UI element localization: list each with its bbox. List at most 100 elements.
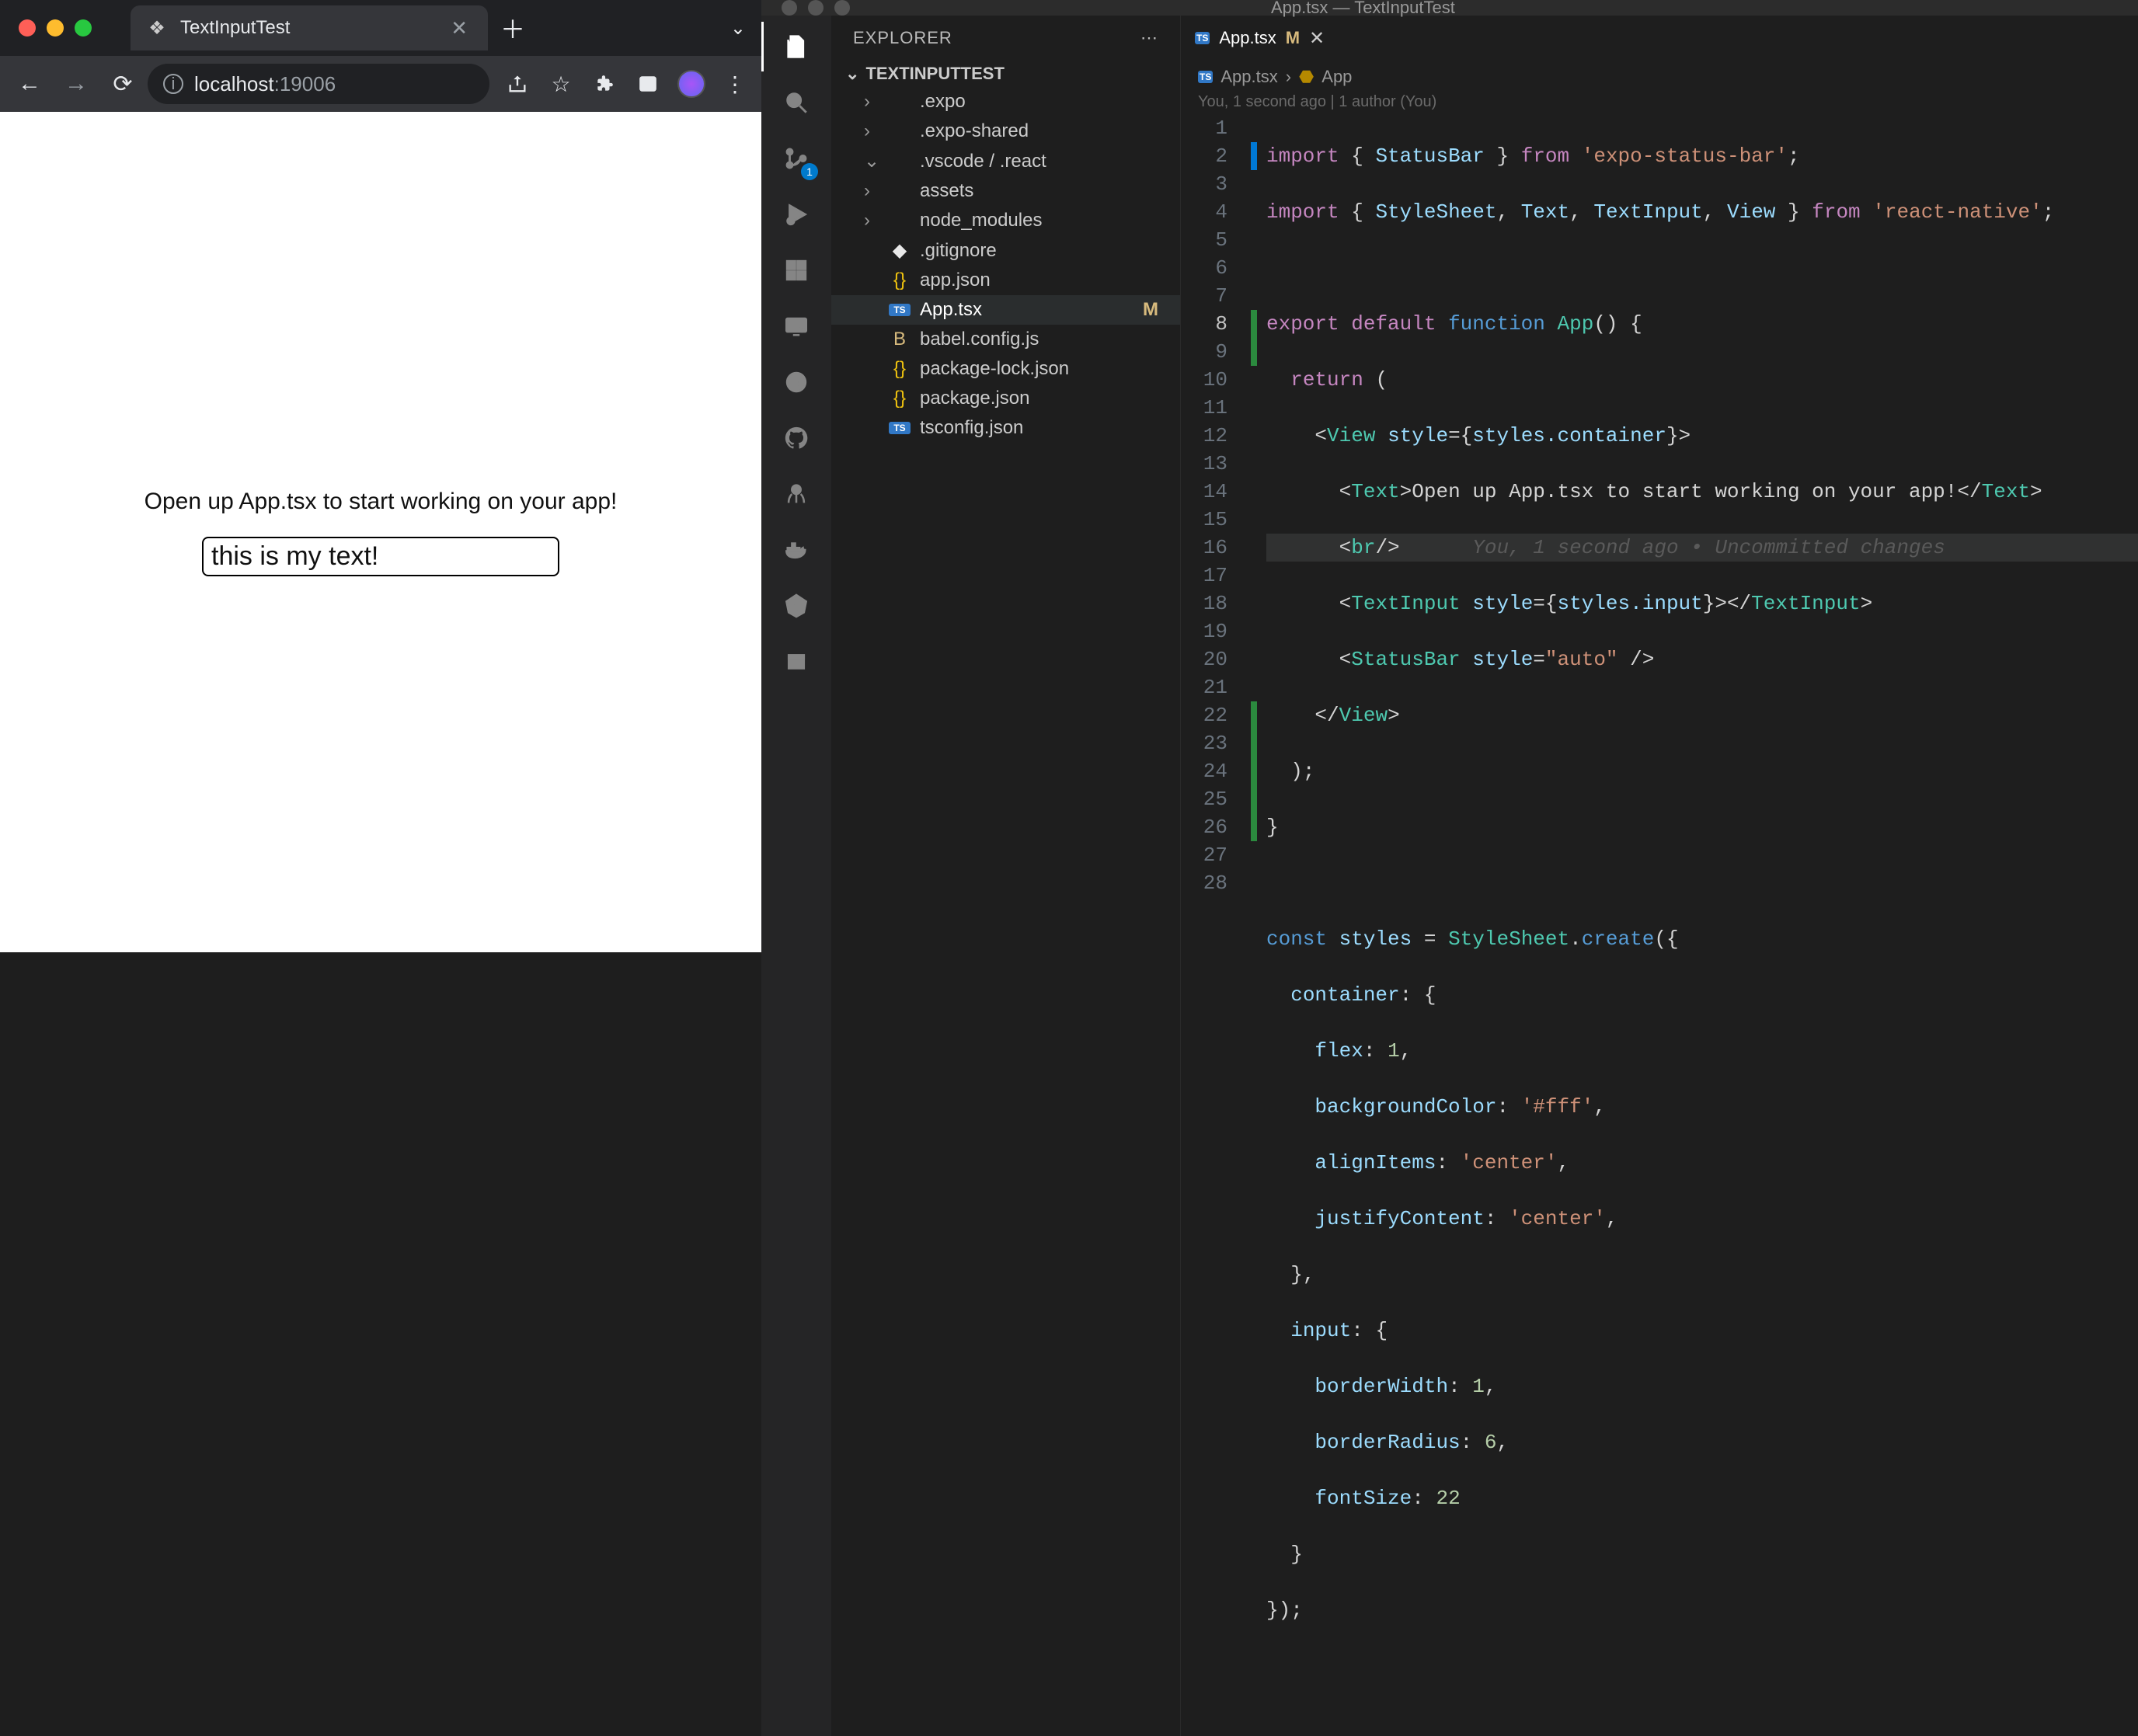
breadcrumb-symbol: App [1321, 67, 1352, 87]
tree-root[interactable]: ⌄ TEXTINPUTTEST [831, 61, 1180, 87]
tab-strip: ❖ TextInputTest ✕ ＋ ⌄ [131, 5, 761, 50]
explorer-icon[interactable] [778, 28, 815, 65]
symbol-icon: ⬣ [1299, 67, 1314, 87]
explorer-header: EXPLORER ⋯ [831, 16, 1180, 61]
vscode-titlebar: App.tsx — TextInputTest [761, 0, 2138, 16]
tree-item-label: .expo [920, 91, 966, 113]
reload-button[interactable]: ⟳ [101, 62, 145, 106]
chevron-down-icon: ⌄ [845, 64, 859, 84]
tree-item-label: app.json [920, 270, 991, 291]
diff-gutter [1251, 114, 1257, 1736]
browser-window: ❖ TextInputTest ✕ ＋ ⌄ ← → ⟳ i localhost:… [0, 0, 761, 952]
file-status-badge: M [1143, 299, 1158, 321]
breadcrumb[interactable]: TS App.tsx › ⬣ App [1181, 61, 2138, 93]
browser-menu-icon[interactable]: ⋮ [716, 65, 754, 103]
tree-item-package-json[interactable]: {} package.json [831, 384, 1180, 413]
tree-item-label: App.tsx [920, 299, 982, 321]
file-tree: ›.expo›.expo-shared⌄.vscode / .react›ass… [831, 87, 1180, 443]
tree-item--expo-shared[interactable]: ›.expo-shared [831, 117, 1180, 146]
tab-title: TextInputTest [180, 17, 446, 39]
share-icon[interactable] [499, 65, 536, 103]
tree-item-label: .vscode / .react [920, 151, 1046, 172]
back-button[interactable]: ← [8, 62, 51, 106]
tree-item--expo[interactable]: › .expo [831, 87, 1180, 117]
line-gutter: 1234567891011121314151617181920212223242… [1181, 114, 1251, 1736]
site-info-icon[interactable]: i [163, 74, 183, 94]
kubernetes-icon[interactable] [778, 587, 815, 624]
tab-close-button[interactable]: ✕ [446, 16, 472, 40]
remote-icon[interactable] [778, 308, 815, 345]
tree-item-label: babel.config.js [920, 329, 1039, 350]
app-text-input[interactable] [202, 537, 559, 576]
ts-icon: TS [889, 304, 911, 316]
traffic-lights [0, 19, 92, 37]
minimize-window-button[interactable] [47, 19, 64, 37]
docker-icon[interactable] [778, 531, 815, 569]
authorship-line: You, 1 second ago | 1 author (You) [1181, 93, 2138, 111]
vscode-minimize-button[interactable] [808, 0, 824, 16]
browser-toolbar: ← → ⟳ i localhost:19006 ☆ ⋮ [0, 56, 761, 112]
tree-item--vscode----react[interactable]: ⌄ .vscode / .react [831, 146, 1180, 176]
browser-tab-active[interactable]: ❖ TextInputTest ✕ [131, 5, 488, 50]
json-icon: {} [889, 358, 911, 380]
explorer-more-icon[interactable]: ⋯ [1140, 28, 1158, 48]
chevron-down-icon: ⌄ [864, 150, 879, 172]
forward-button[interactable]: → [54, 62, 98, 106]
breadcrumb-file: App.tsx [1220, 67, 1277, 87]
address-bar[interactable]: i localhost:19006 [148, 64, 489, 104]
js-icon: B [889, 329, 911, 350]
new-tab-button[interactable]: ＋ [500, 10, 525, 46]
tree-item-tsconfig-json[interactable]: TStsconfig.json [831, 413, 1180, 443]
chevron-right-icon: › [864, 210, 879, 231]
github-icon[interactable] [778, 419, 815, 457]
source-control-icon[interactable]: 1 [778, 140, 815, 177]
chevron-right-icon: › [864, 91, 879, 113]
editor-tab-name: App.tsx [1219, 28, 1276, 48]
ts-file-icon: TS [1198, 71, 1213, 83]
ts-file-icon: TS [1195, 32, 1210, 44]
json-icon: {} [889, 270, 911, 291]
tree-item-app-tsx[interactable]: TS App.tsx M [831, 295, 1180, 325]
chevron-right-icon: › [864, 180, 879, 202]
vscode-window-title: App.tsx — TextInputTest [1271, 0, 1455, 18]
tree-item-node-modules[interactable]: › node_modules [831, 206, 1180, 235]
extensions-view-icon[interactable] [778, 252, 815, 289]
tree-item-babel-config-js[interactable]: Bbabel.config.js [831, 325, 1180, 354]
tree-item-app-json[interactable]: {} app.json [831, 266, 1180, 295]
tree-item-label: package.json [920, 388, 1029, 409]
close-window-button[interactable] [19, 19, 36, 37]
git-icon: ◆ [889, 239, 911, 262]
editor-tab-status: M [1286, 28, 1300, 48]
more-icon[interactable] [778, 643, 815, 680]
profile-avatar[interactable] [673, 65, 710, 103]
vscode-close-button[interactable] [782, 0, 797, 16]
run-debug-icon[interactable] [778, 196, 815, 233]
explorer-panel: EXPLORER ⋯ ⌄ TEXTINPUTTEST ›.expo›.expo-… [831, 16, 1181, 1736]
timeline-icon[interactable] [778, 364, 815, 401]
maximize-window-button[interactable] [75, 19, 92, 37]
tab-strip-area: ❖ TextInputTest ✕ ＋ ⌄ [0, 0, 761, 56]
json-icon: {} [889, 388, 911, 409]
tree-item--gitignore[interactable]: ◆.gitignore [831, 235, 1180, 266]
extensions-icon[interactable] [586, 65, 623, 103]
editor-area: TS App.tsx M ✕ TS App.tsx › ⬣ App You, 1… [1181, 16, 2138, 1736]
panel-icon[interactable] [629, 65, 667, 103]
editor-tab-active[interactable]: TS App.tsx M ✕ [1181, 16, 1339, 61]
tree-item-label: .expo-shared [920, 120, 1029, 142]
gitlens-icon[interactable] [778, 475, 815, 513]
editor-tab-close-button[interactable]: ✕ [1309, 27, 1325, 50]
tree-item-label: assets [920, 180, 973, 202]
vscode-maximize-button[interactable] [834, 0, 850, 16]
activity-bar: 1 [761, 16, 831, 1736]
tree-item-assets[interactable]: › assets [831, 176, 1180, 206]
tree-item-label: node_modules [920, 210, 1042, 231]
tree-item-package-lock-json[interactable]: {}package-lock.json [831, 354, 1180, 384]
code-content[interactable]: import { StatusBar } from 'expo-status-b… [1257, 114, 2138, 1736]
url-host: localhost [194, 72, 274, 96]
tabs-dropdown-button[interactable]: ⌄ [730, 17, 746, 40]
bookmark-icon[interactable]: ☆ [542, 65, 580, 103]
code-editor[interactable]: 1234567891011121314151617181920212223242… [1181, 114, 2138, 1736]
search-icon[interactable] [778, 84, 815, 121]
app-text: Open up App.tsx to start working on your… [145, 489, 618, 515]
tab-favicon: ❖ [146, 17, 168, 39]
